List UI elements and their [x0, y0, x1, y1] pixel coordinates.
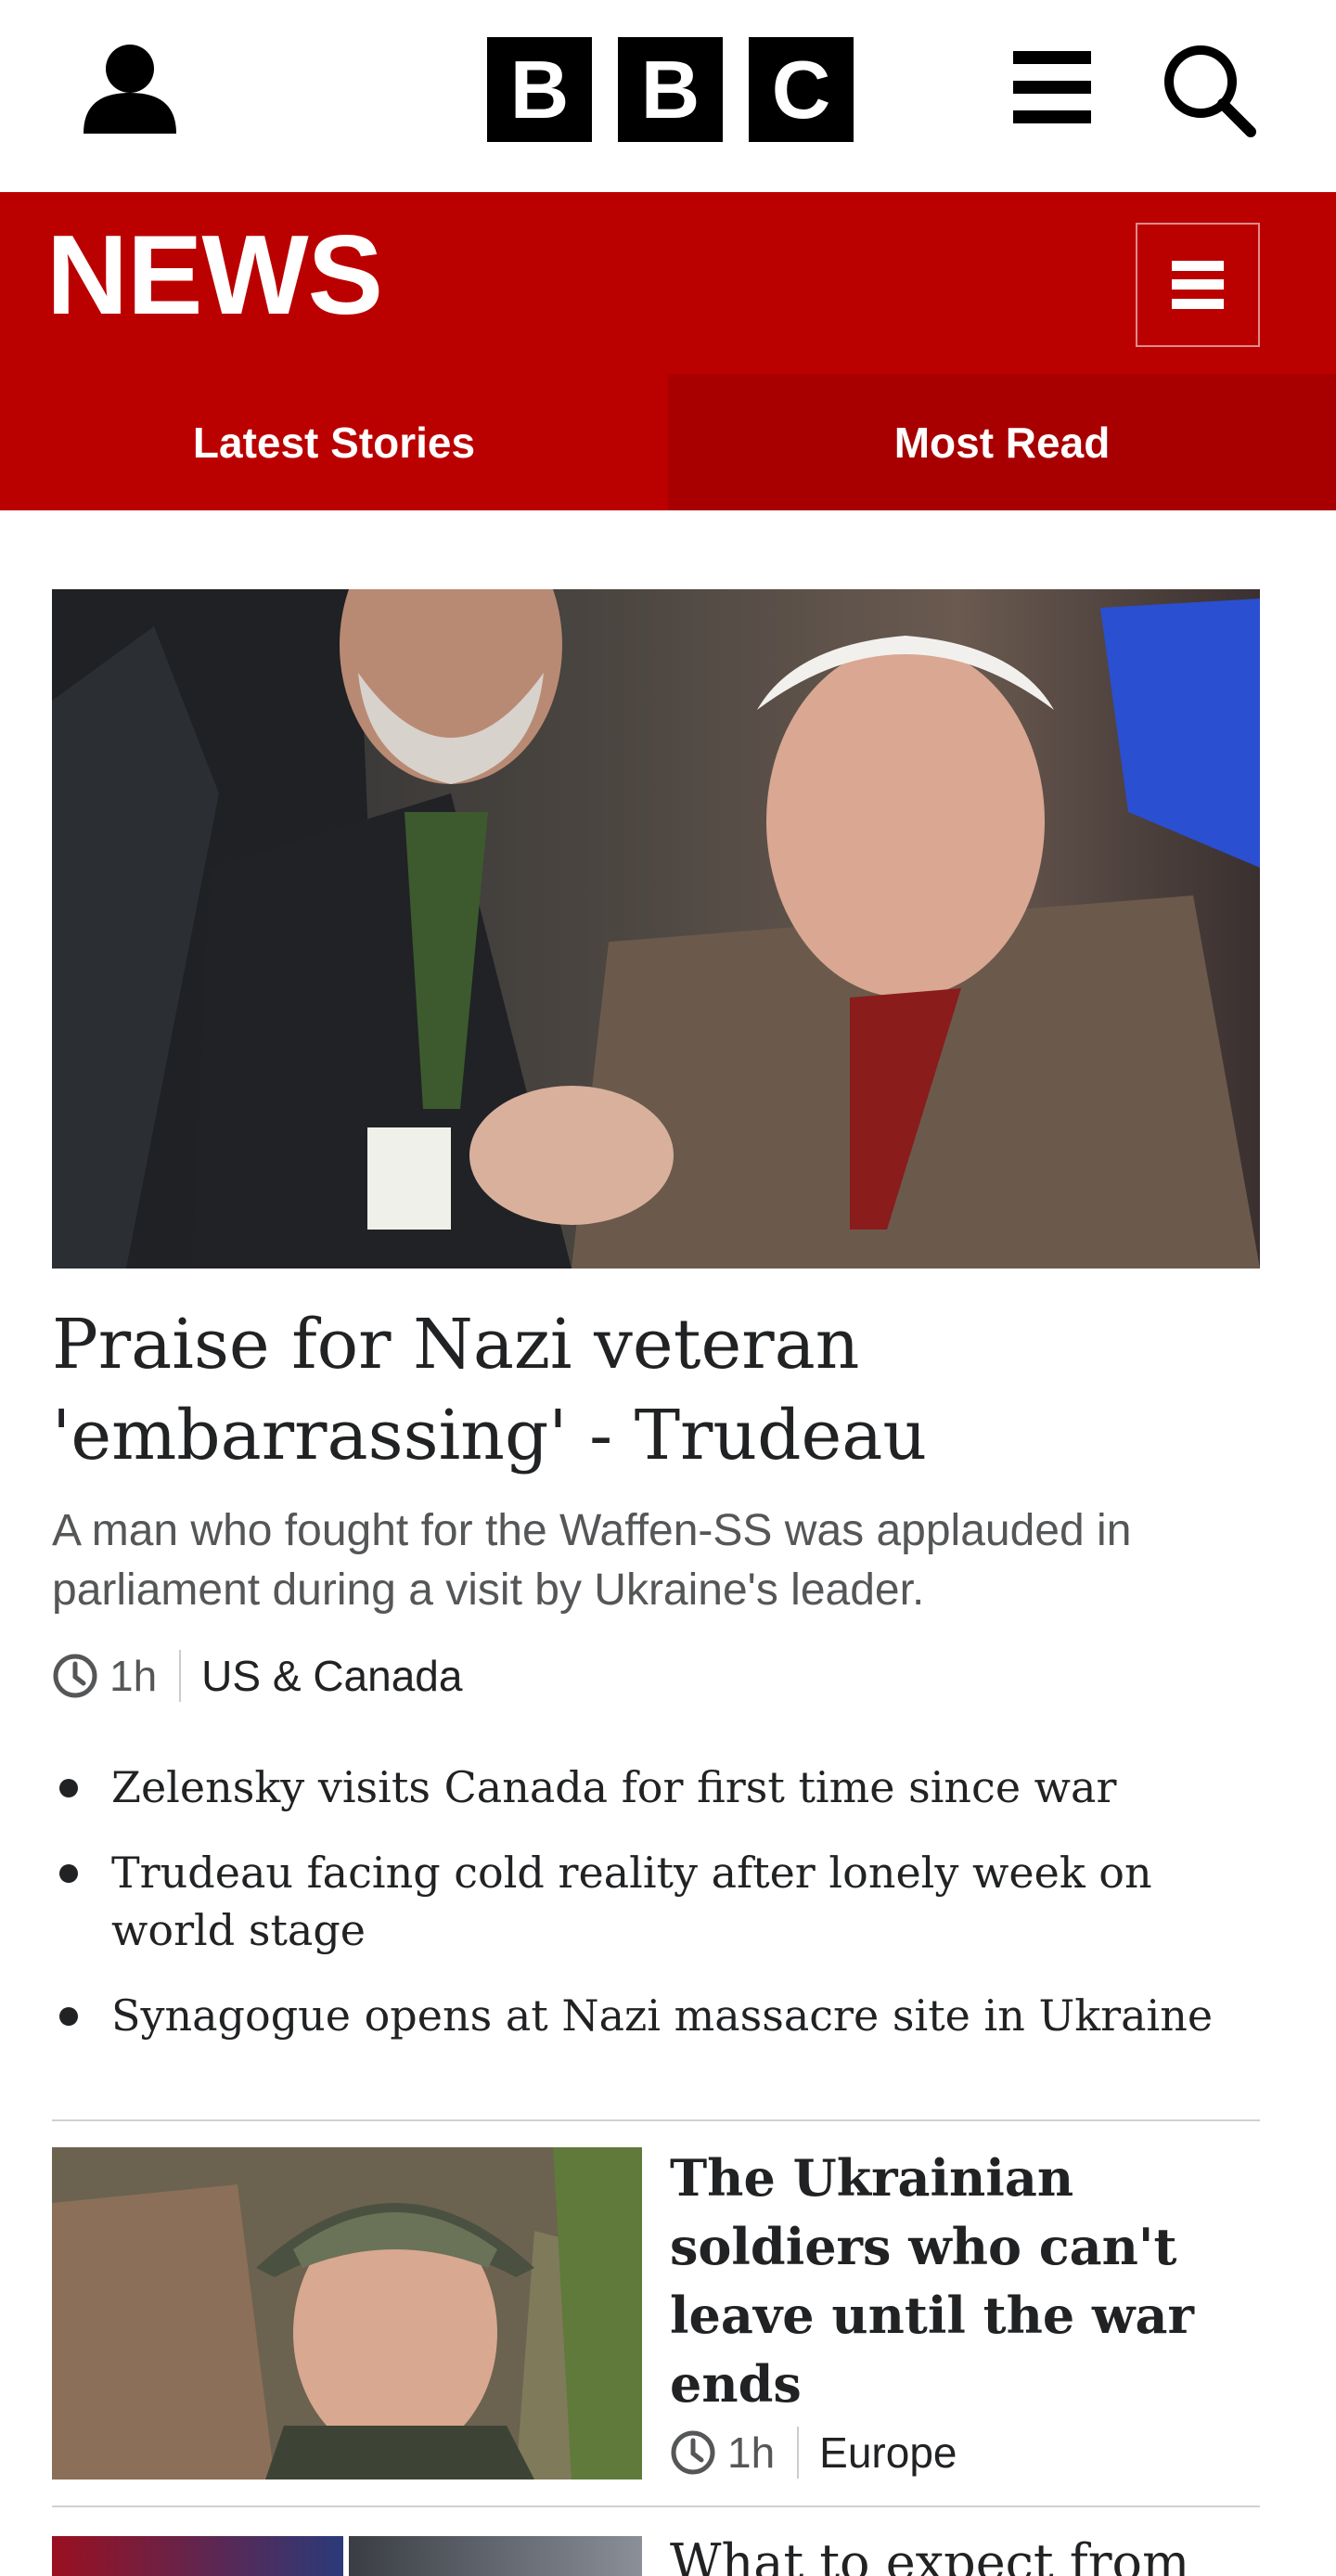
- bullet: [59, 1864, 78, 1883]
- account-icon[interactable]: [82, 41, 178, 137]
- news-section-title[interactable]: NEWS: [46, 218, 383, 331]
- related-link-text: Zelensky visits Canada for first time si…: [111, 1762, 1117, 1812]
- meta-divider: [797, 2427, 800, 2479]
- related-link-text: Trudeau facing cold reality after lonely…: [111, 1848, 1152, 1955]
- story-headline-text: What to expect from: [670, 2536, 1190, 2576]
- news-menu-icon: [1172, 261, 1224, 309]
- menu-icon[interactable]: [1013, 51, 1091, 123]
- timestamp: 1h: [727, 2428, 776, 2477]
- related-link[interactable]: Synagogue opens at Nazi massacre site in…: [52, 1987, 1260, 2044]
- story-headline[interactable]: The Ukrainian soldiers who can't leave u…: [670, 2144, 1264, 2418]
- story-headline[interactable]: What to expect from: [670, 2536, 1264, 2576]
- tab-latest-stories[interactable]: Latest Stories: [0, 374, 668, 510]
- related-link-text: Synagogue opens at Nazi massacre site in…: [111, 1990, 1214, 2041]
- hero-meta: 1h US & Canada: [52, 1650, 462, 1702]
- meta-divider: [179, 1650, 182, 1702]
- bbc-logo-letter: B: [487, 37, 592, 142]
- hero-summary: A man who fought for the Waffen-SS was a…: [52, 1506, 1132, 1615]
- section-link[interactable]: US & Canada: [201, 1651, 462, 1701]
- news-menu-button[interactable]: [1136, 223, 1260, 347]
- related-link[interactable]: Zelensky visits Canada for first time si…: [52, 1758, 1260, 1816]
- hero-headline[interactable]: Praise for Nazi veteran 'embarrassing' -…: [52, 1299, 1260, 1481]
- story-meta: 1h Europe: [670, 2427, 957, 2479]
- bbc-logo-letter: C: [749, 37, 854, 142]
- bbc-logo[interactable]: B B C: [487, 37, 854, 142]
- clock-icon: [671, 2430, 715, 2475]
- tab-most-read[interactable]: Most Read: [668, 374, 1336, 510]
- story-divider: [52, 2119, 1260, 2121]
- news-tabs: Latest Stories Most Read: [0, 374, 1336, 510]
- story-image[interactable]: [52, 2536, 343, 2576]
- related-link[interactable]: Trudeau facing cold reality after lonely…: [52, 1844, 1260, 1959]
- story-image[interactable]: [52, 2147, 642, 2479]
- related-links: Zelensky visits Canada for first time si…: [52, 1758, 1260, 2072]
- clock-icon: [53, 1654, 97, 1698]
- hero-story-image[interactable]: [52, 589, 1260, 1269]
- story-divider: [52, 2505, 1260, 2507]
- bbc-logo-letter: B: [618, 37, 723, 142]
- section-link[interactable]: Europe: [819, 2428, 957, 2478]
- bullet: [59, 1779, 78, 1797]
- search-icon[interactable]: [1162, 43, 1256, 137]
- bbc-top-bar: B B C: [0, 0, 1336, 192]
- story-image[interactable]: [349, 2536, 642, 2576]
- bullet: [59, 2007, 78, 2026]
- timestamp: 1h: [109, 1652, 158, 1700]
